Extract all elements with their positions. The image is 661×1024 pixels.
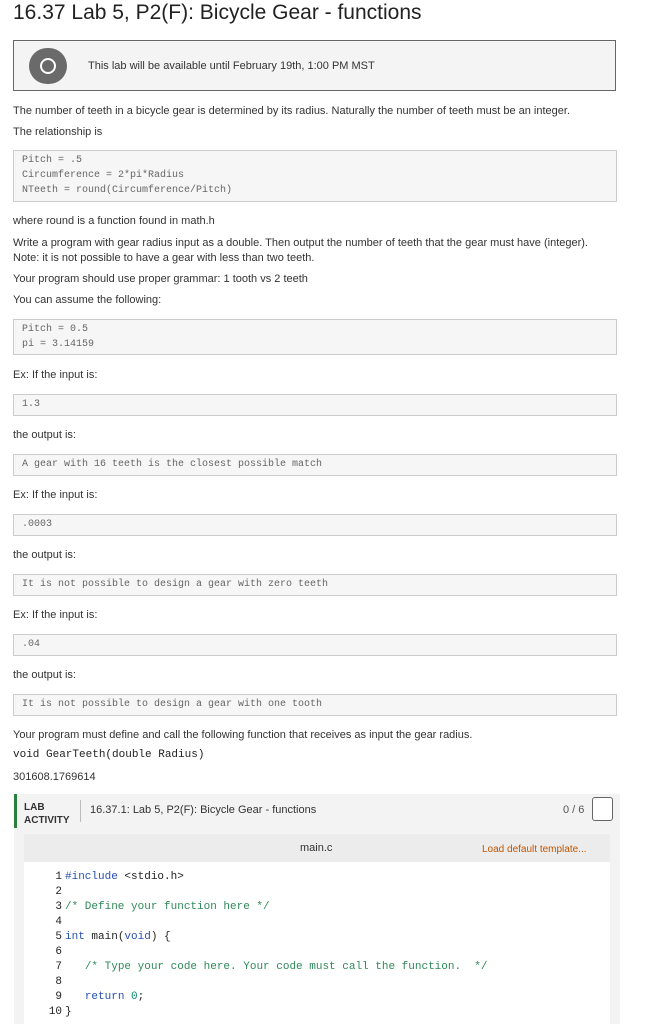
example-intro: Ex: If the input is:	[13, 489, 98, 501]
availability-banner: This lab will be available until Februar…	[13, 40, 616, 91]
eye-icon	[29, 48, 67, 84]
example-output-text: A gear with 16 teeth is the closest poss…	[22, 459, 323, 470]
line-number: 9	[55, 991, 62, 1003]
code-line[interactable]	[65, 945, 487, 960]
assumption-line: Pitch = 0.5	[22, 324, 89, 335]
example-intro: Ex: If the input is:	[13, 609, 98, 621]
intro-text-1: The number of teeth in a bicycle gear is…	[13, 105, 571, 117]
line-number-gutter: 1 2 3 4 5 6 7 8 9 10	[24, 870, 64, 1020]
line-number: 2	[55, 886, 62, 898]
example-output: It is not possible to design a gear with…	[13, 694, 617, 716]
example-intro: Ex: If the input is:	[13, 369, 98, 381]
assumptions-block: Pitch = 0.5 pi = 3.14159	[13, 319, 617, 355]
code-line[interactable]: #include <stdio.h>	[65, 870, 487, 885]
lab-title: 16.37.1: Lab 5, P2(F): Bicycle Gear - fu…	[90, 804, 317, 816]
example-output: It is not possible to design a gear with…	[13, 574, 617, 596]
page-title: 16.37 Lab 5, P2(F): Bicycle Gear - funct…	[13, 1, 422, 24]
formula-block: Pitch = .5 Circumference = 2*pi*Radius N…	[13, 150, 617, 202]
lab-divider	[80, 800, 81, 822]
formula-line: Pitch = .5	[22, 155, 83, 166]
assumption-line: pi = 3.14159	[22, 339, 95, 350]
example-input-text: .0003	[22, 519, 53, 530]
lab-accent-bar	[14, 794, 17, 828]
code-editor[interactable]: 1 2 3 4 5 6 7 8 9 10 #include <stdio.h> …	[24, 862, 610, 1024]
instructions-note: Note: it is not possible to have a gear …	[13, 252, 315, 264]
example-input-text: .04	[22, 639, 41, 650]
lab-activity-label: LAB ACTIVITY	[24, 801, 70, 827]
completion-checkbox-icon	[592, 797, 613, 821]
example-output-label: the output is:	[13, 549, 76, 561]
example-input: 1.3	[13, 394, 617, 416]
function-intro: Your program must define and call the fo…	[13, 729, 473, 741]
assume-label: You can assume the following:	[13, 294, 162, 306]
example-output-text: It is not possible to design a gear with…	[22, 699, 323, 710]
code-line[interactable]	[65, 885, 487, 900]
code-line[interactable]: /* Type your code here. Your code must c…	[65, 960, 488, 975]
load-default-template-link[interactable]: Load default template...	[482, 844, 587, 855]
code-line[interactable]: }	[65, 1005, 487, 1020]
instructions-1: Write a program with gear radius input a…	[13, 237, 588, 249]
lab-activity-panel: LAB ACTIVITY 16.37.1: Lab 5, P2(F): Bicy…	[14, 794, 620, 1024]
code-line[interactable]: return 0;	[65, 990, 487, 1005]
lab-label-line1: LAB	[24, 802, 45, 813]
lab-score: 0 / 6	[563, 804, 585, 816]
example-output-label: the output is:	[13, 669, 76, 681]
code-line[interactable]: /* Define your function here */	[65, 900, 487, 915]
grammar-note: Your program should use proper grammar: …	[13, 273, 308, 285]
lab-label-line2: ACTIVITY	[24, 815, 70, 826]
function-signature: void GearTeeth(double Radius)	[13, 749, 205, 761]
activity-id: 301608.1769614	[13, 771, 96, 783]
example-output-label: the output is:	[13, 429, 76, 441]
line-number: 5	[55, 931, 62, 943]
editor-header: main.c Load default template...	[24, 834, 610, 862]
example-output: A gear with 16 teeth is the closest poss…	[13, 454, 617, 476]
code-line[interactable]	[65, 915, 487, 930]
code-lines[interactable]: #include <stdio.h> /* Define your functi…	[65, 870, 487, 1020]
line-number: 10	[48, 1006, 62, 1018]
intro-text-2: The relationship is	[13, 126, 103, 138]
example-output-text: It is not possible to design a gear with…	[22, 579, 329, 590]
formula-line: NTeeth = round(Circumference/Pitch)	[22, 185, 233, 196]
line-number: 3	[55, 901, 62, 913]
line-number: 4	[55, 916, 62, 928]
line-number: 6	[55, 946, 62, 958]
line-number: 1	[55, 871, 62, 883]
line-number: 8	[55, 976, 62, 988]
example-input-text: 1.3	[22, 399, 41, 410]
formula-line: Circumference = 2*pi*Radius	[22, 170, 185, 181]
editor-filename-tab[interactable]: main.c	[300, 842, 332, 854]
banner-text: This lab will be available until Februar…	[88, 60, 375, 72]
code-line[interactable]	[65, 975, 487, 990]
example-input: .04	[13, 634, 617, 656]
example-input: .0003	[13, 514, 617, 536]
line-number: 7	[55, 961, 62, 973]
code-line[interactable]: int main(void) {	[65, 930, 487, 945]
round-note: where round is a function found in math.…	[13, 215, 215, 227]
